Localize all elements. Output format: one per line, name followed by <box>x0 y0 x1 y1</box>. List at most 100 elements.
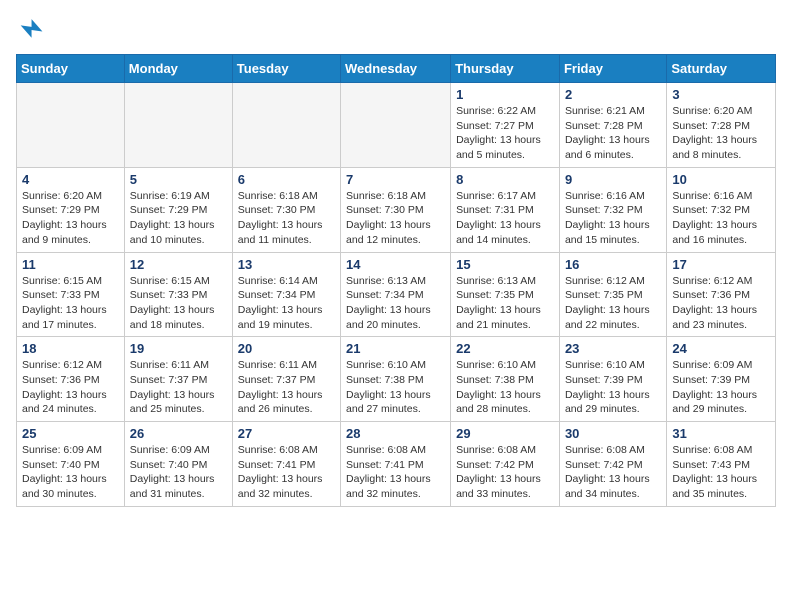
day-number: 22 <box>456 341 554 356</box>
calendar-cell: 10 Sunrise: 6:16 AM Sunset: 7:32 PM Dayli… <box>667 167 776 252</box>
day-number: 24 <box>672 341 770 356</box>
day-number: 25 <box>22 426 119 441</box>
calendar-cell: 13 Sunrise: 6:14 AM Sunset: 7:34 PM Dayli… <box>232 252 340 337</box>
logo <box>16 16 48 44</box>
calendar-cell: 4Sunrise: 6:20 AM Sunset: 7:29 PM Daylig… <box>17 167 125 252</box>
calendar-cell: 5 Sunrise: 6:19 AM Sunset: 7:29 PM Daylig… <box>124 167 232 252</box>
calendar-cell: 28 Sunrise: 6:08 AM Sunset: 7:41 PM Dayli… <box>341 422 451 507</box>
day-info: Sunrise: 6:10 AM Sunset: 7:38 PM Dayligh… <box>456 358 554 417</box>
day-number: 14 <box>346 257 445 272</box>
day-number: 18 <box>22 341 119 356</box>
calendar-cell: 22 Sunrise: 6:10 AM Sunset: 7:38 PM Dayli… <box>451 337 560 422</box>
calendar-cell: 8 Sunrise: 6:17 AM Sunset: 7:31 PM Daylig… <box>451 167 560 252</box>
calendar-cell: 2 Sunrise: 6:21 AM Sunset: 7:28 PM Daylig… <box>559 83 666 168</box>
day-number: 11 <box>22 257 119 272</box>
day-number: 29 <box>456 426 554 441</box>
calendar-header: SundayMondayTuesdayWednesdayThursdayFrid… <box>17 55 776 83</box>
week-row: 25 Sunrise: 6:09 AM Sunset: 7:40 PM Dayli… <box>17 422 776 507</box>
week-row: 4Sunrise: 6:20 AM Sunset: 7:29 PM Daylig… <box>17 167 776 252</box>
calendar-cell: 25 Sunrise: 6:09 AM Sunset: 7:40 PM Dayli… <box>17 422 125 507</box>
day-info: Sunrise: 6:08 AM Sunset: 7:41 PM Dayligh… <box>238 443 335 502</box>
day-number: 2 <box>565 87 661 102</box>
day-info: Sunrise: 6:15 AM Sunset: 7:33 PM Dayligh… <box>22 274 119 333</box>
day-info: Sunrise: 6:11 AM Sunset: 7:37 PM Dayligh… <box>130 358 227 417</box>
calendar-cell: 29 Sunrise: 6:08 AM Sunset: 7:42 PM Dayli… <box>451 422 560 507</box>
calendar-cell <box>17 83 125 168</box>
day-info: Sunrise: 6:17 AM Sunset: 7:31 PM Dayligh… <box>456 189 554 248</box>
day-info: Sunrise: 6:18 AM Sunset: 7:30 PM Dayligh… <box>346 189 445 248</box>
day-of-week-header: Monday <box>124 55 232 83</box>
calendar-cell: 16 Sunrise: 6:12 AM Sunset: 7:35 PM Dayli… <box>559 252 666 337</box>
day-number: 28 <box>346 426 445 441</box>
day-info: Sunrise: 6:09 AM Sunset: 7:39 PM Dayligh… <box>672 358 770 417</box>
day-info: Sunrise: 6:21 AM Sunset: 7:28 PM Dayligh… <box>565 104 661 163</box>
calendar-cell: 24 Sunrise: 6:09 AM Sunset: 7:39 PM Dayli… <box>667 337 776 422</box>
day-info: Sunrise: 6:10 AM Sunset: 7:38 PM Dayligh… <box>346 358 445 417</box>
calendar-cell: 17Sunrise: 6:12 AM Sunset: 7:36 PM Dayli… <box>667 252 776 337</box>
day-number: 8 <box>456 172 554 187</box>
calendar-cell: 31 Sunrise: 6:08 AM Sunset: 7:43 PM Dayli… <box>667 422 776 507</box>
calendar-cell: 15Sunrise: 6:13 AM Sunset: 7:35 PM Dayli… <box>451 252 560 337</box>
day-of-week-header: Wednesday <box>341 55 451 83</box>
day-of-week-header: Sunday <box>17 55 125 83</box>
week-row: 18 Sunrise: 6:12 AM Sunset: 7:36 PM Dayli… <box>17 337 776 422</box>
day-number: 10 <box>672 172 770 187</box>
day-info: Sunrise: 6:15 AM Sunset: 7:33 PM Dayligh… <box>130 274 227 333</box>
day-of-week-header: Thursday <box>451 55 560 83</box>
day-info: Sunrise: 6:19 AM Sunset: 7:29 PM Dayligh… <box>130 189 227 248</box>
day-number: 5 <box>130 172 227 187</box>
calendar-cell: 20Sunrise: 6:11 AM Sunset: 7:37 PM Dayli… <box>232 337 340 422</box>
day-info: Sunrise: 6:16 AM Sunset: 7:32 PM Dayligh… <box>672 189 770 248</box>
day-info: Sunrise: 6:08 AM Sunset: 7:42 PM Dayligh… <box>565 443 661 502</box>
week-row: 1 Sunrise: 6:22 AM Sunset: 7:27 PM Daylig… <box>17 83 776 168</box>
day-number: 31 <box>672 426 770 441</box>
day-info: Sunrise: 6:09 AM Sunset: 7:40 PM Dayligh… <box>22 443 119 502</box>
calendar-cell: 18 Sunrise: 6:12 AM Sunset: 7:36 PM Dayli… <box>17 337 125 422</box>
header <box>16 16 776 44</box>
day-of-week-header: Friday <box>559 55 666 83</box>
day-number: 9 <box>565 172 661 187</box>
calendar-cell: 23Sunrise: 6:10 AM Sunset: 7:39 PM Dayli… <box>559 337 666 422</box>
day-number: 21 <box>346 341 445 356</box>
page: SundayMondayTuesdayWednesdayThursdayFrid… <box>0 0 792 523</box>
day-number: 12 <box>130 257 227 272</box>
day-number: 13 <box>238 257 335 272</box>
calendar-cell: 3Sunrise: 6:20 AM Sunset: 7:28 PM Daylig… <box>667 83 776 168</box>
day-number: 1 <box>456 87 554 102</box>
day-info: Sunrise: 6:12 AM Sunset: 7:35 PM Dayligh… <box>565 274 661 333</box>
day-number: 7 <box>346 172 445 187</box>
day-info: Sunrise: 6:08 AM Sunset: 7:41 PM Dayligh… <box>346 443 445 502</box>
day-info: Sunrise: 6:12 AM Sunset: 7:36 PM Dayligh… <box>22 358 119 417</box>
day-info: Sunrise: 6:08 AM Sunset: 7:43 PM Dayligh… <box>672 443 770 502</box>
day-info: Sunrise: 6:08 AM Sunset: 7:42 PM Dayligh… <box>456 443 554 502</box>
calendar-cell: 26Sunrise: 6:09 AM Sunset: 7:40 PM Dayli… <box>124 422 232 507</box>
day-number: 19 <box>130 341 227 356</box>
day-of-week-header: Saturday <box>667 55 776 83</box>
day-number: 16 <box>565 257 661 272</box>
calendar-cell: 6Sunrise: 6:18 AM Sunset: 7:30 PM Daylig… <box>232 167 340 252</box>
calendar-cell <box>341 83 451 168</box>
day-info: Sunrise: 6:22 AM Sunset: 7:27 PM Dayligh… <box>456 104 554 163</box>
day-number: 30 <box>565 426 661 441</box>
day-number: 27 <box>238 426 335 441</box>
day-info: Sunrise: 6:14 AM Sunset: 7:34 PM Dayligh… <box>238 274 335 333</box>
day-number: 3 <box>672 87 770 102</box>
logo-icon <box>16 16 44 44</box>
calendar-cell: 11 Sunrise: 6:15 AM Sunset: 7:33 PM Dayli… <box>17 252 125 337</box>
days-of-week-row: SundayMondayTuesdayWednesdayThursdayFrid… <box>17 55 776 83</box>
calendar-cell: 7 Sunrise: 6:18 AM Sunset: 7:30 PM Daylig… <box>341 167 451 252</box>
day-info: Sunrise: 6:11 AM Sunset: 7:37 PM Dayligh… <box>238 358 335 417</box>
week-row: 11 Sunrise: 6:15 AM Sunset: 7:33 PM Dayli… <box>17 252 776 337</box>
calendar-cell <box>232 83 340 168</box>
calendar-cell: 19 Sunrise: 6:11 AM Sunset: 7:37 PM Dayli… <box>124 337 232 422</box>
calendar-cell: 14 Sunrise: 6:13 AM Sunset: 7:34 PM Dayli… <box>341 252 451 337</box>
calendar-cell: 12 Sunrise: 6:15 AM Sunset: 7:33 PM Dayli… <box>124 252 232 337</box>
day-info: Sunrise: 6:16 AM Sunset: 7:32 PM Dayligh… <box>565 189 661 248</box>
calendar-table: SundayMondayTuesdayWednesdayThursdayFrid… <box>16 54 776 507</box>
day-info: Sunrise: 6:13 AM Sunset: 7:34 PM Dayligh… <box>346 274 445 333</box>
day-info: Sunrise: 6:20 AM Sunset: 7:29 PM Dayligh… <box>22 189 119 248</box>
day-number: 15 <box>456 257 554 272</box>
calendar-cell: 21 Sunrise: 6:10 AM Sunset: 7:38 PM Dayli… <box>341 337 451 422</box>
calendar-cell: 30 Sunrise: 6:08 AM Sunset: 7:42 PM Dayli… <box>559 422 666 507</box>
calendar-cell: 27 Sunrise: 6:08 AM Sunset: 7:41 PM Dayli… <box>232 422 340 507</box>
